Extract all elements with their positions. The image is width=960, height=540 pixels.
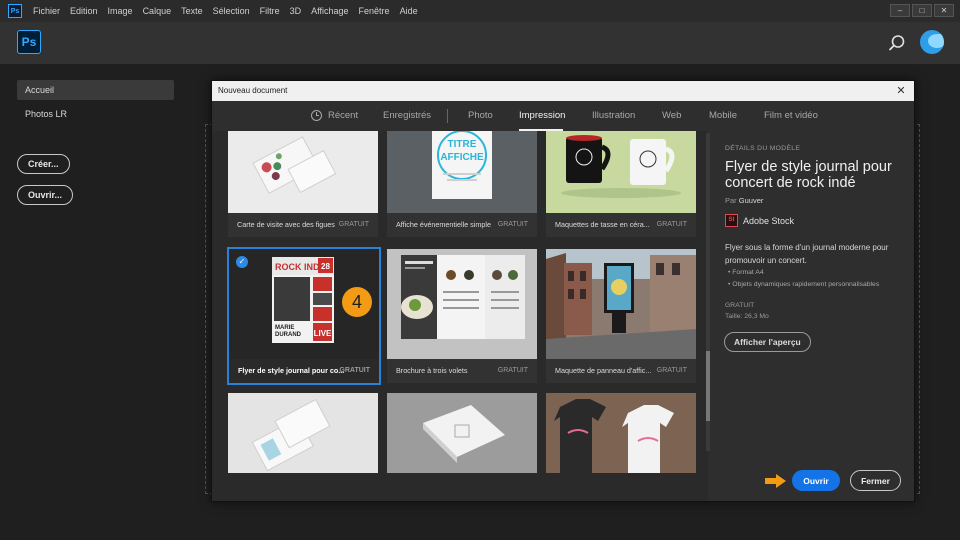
tab-recent[interactable]: Récent <box>328 110 358 121</box>
template-thumbnail <box>387 249 537 359</box>
maximize-button[interactable]: □ <box>912 4 932 17</box>
clock-icon <box>311 110 322 121</box>
sidebar-item-photos-lr[interactable]: Photos LR <box>17 104 174 124</box>
menu-fenetre[interactable]: Fenêtre <box>354 0 395 22</box>
tab-photo[interactable]: Photo <box>468 110 493 121</box>
template-thumbnail <box>228 131 378 213</box>
free-badge: GRATUIT <box>497 221 528 228</box>
menu-image[interactable]: Image <box>103 0 138 22</box>
tab-web[interactable]: Web <box>662 110 681 121</box>
flyer-name-line2: DURAND <box>275 332 302 338</box>
create-button[interactable]: Créer... <box>17 154 70 174</box>
step-number-badge: 4 <box>342 287 372 317</box>
avatar[interactable] <box>920 30 944 54</box>
arrow-right-icon <box>765 474 786 488</box>
poster-title-line1: TITRE <box>448 139 477 150</box>
tab-impression[interactable]: Impression <box>519 110 565 121</box>
template-card[interactable]: TITRE AFFICHE Affiche événementielle sim… <box>387 131 537 237</box>
free-badge: GRATUIT <box>497 367 528 374</box>
menu-texte[interactable]: Texte <box>176 0 208 22</box>
preview-button[interactable]: Afficher l'aperçu <box>724 332 811 352</box>
adobe-stock-label: Adobe Stock <box>743 216 795 226</box>
file-size: Taille: 26,3 Mo <box>725 313 769 320</box>
poster-title-line2: AFFICHE <box>440 152 484 163</box>
template-thumbnail: TITRE AFFICHE <box>387 131 537 213</box>
menu-aide[interactable]: Aide <box>395 0 423 22</box>
template-caption: Carte de visite avec des figues GRATUIT <box>228 213 378 237</box>
template-caption: Brochure à trois volets GRATUIT <box>387 359 537 383</box>
template-card-selected[interactable]: ROCK INDÉ 28 MARIE DURAND LIVE ✓ 4 Flyer… <box>227 247 381 385</box>
menu-affichage[interactable]: Affichage <box>306 0 353 22</box>
search-icon[interactable] <box>888 34 906 52</box>
free-badge: GRATUIT <box>656 367 687 374</box>
sidebar-item-accueil[interactable]: Accueil <box>17 80 174 100</box>
template-thumbnail <box>387 393 537 473</box>
template-caption: Maquettes de tasse en céra... GRATUIT <box>546 213 696 237</box>
menu-selection[interactable]: Sélection <box>208 0 255 22</box>
template-details-panel: DÉTAILS DU MODÈLE Flyer de style journal… <box>710 131 914 501</box>
template-thumbnail <box>546 249 696 359</box>
flyer-heading: ROCK INDÉ <box>275 262 326 272</box>
tab-separator <box>447 109 448 123</box>
menu-3d[interactable]: 3D <box>285 0 307 22</box>
feature-bullet: • Format A4 <box>728 269 764 276</box>
dialog-title: Nouveau document <box>212 81 914 101</box>
template-card[interactable]: Maquettes de tasse en céra... GRATUIT <box>546 131 696 237</box>
template-card[interactable] <box>546 393 696 473</box>
tab-mobile[interactable]: Mobile <box>709 110 737 121</box>
new-document-dialog: Nouveau document ✕ Récent Enregistrés Ph… <box>211 80 915 502</box>
template-thumbnail <box>546 393 696 473</box>
open-button[interactable]: Ouvrir <box>792 470 840 491</box>
close-window-button[interactable]: ✕ <box>934 4 954 17</box>
template-description: Flyer sous la forme d'un journal moderne… <box>725 243 889 265</box>
template-grid: Carte de visite avec des figues GRATUIT T… <box>212 131 708 501</box>
price-label: GRATUIT <box>725 302 755 309</box>
photoshop-logo: Ps <box>17 30 41 54</box>
minimize-button[interactable]: – <box>890 4 910 17</box>
check-icon: ✓ <box>236 256 248 268</box>
free-badge: GRATUIT <box>338 221 369 228</box>
template-author: Par Guuver <box>725 196 764 205</box>
template-card[interactable]: Maquette de panneau d'affic... GRATUIT <box>546 249 696 383</box>
menu-filtre[interactable]: Filtre <box>255 0 285 22</box>
template-thumbnail <box>228 393 378 473</box>
template-card[interactable]: Carte de visite avec des figues GRATUIT <box>228 131 378 237</box>
template-card[interactable] <box>387 393 537 473</box>
menu-bar: Ps Fichier Edition Image Calque Texte Sé… <box>0 0 960 22</box>
flyer-name-line1: MARIE <box>275 325 294 331</box>
dialog-close-icon[interactable]: ✕ <box>894 84 908 98</box>
menu-fichier[interactable]: Fichier <box>28 0 65 22</box>
template-caption: Maquette de panneau d'affic... GRATUIT <box>546 359 696 383</box>
template-caption: Flyer de style journal pour co... GRATUIT <box>229 359 379 383</box>
photoshop-window: Ps Fichier Edition Image Calque Texte Sé… <box>0 0 960 540</box>
app-icon: Ps <box>8 4 22 18</box>
close-button[interactable]: Fermer <box>850 470 901 491</box>
open-file-button[interactable]: Ouvrir... <box>17 185 74 205</box>
template-thumbnail <box>546 131 696 213</box>
tab-illustration[interactable]: Illustration <box>592 110 635 121</box>
tab-film-video[interactable]: Film et vidéo <box>764 110 818 121</box>
home-header: Ps <box>0 22 960 64</box>
tab-enregistres[interactable]: Enregistrés <box>383 110 431 121</box>
menu-edition[interactable]: Edition <box>65 0 103 22</box>
flyer-date: 28 <box>321 262 330 271</box>
template-caption: Affiche événementielle simple GRATUIT <box>387 213 537 237</box>
preset-tabs: Récent Enregistrés Photo Impression Illu… <box>212 101 914 131</box>
adobe-stock-icon: St <box>725 214 738 227</box>
window-controls: – □ ✕ <box>890 4 954 17</box>
template-card[interactable] <box>228 393 378 473</box>
free-badge: GRATUIT <box>656 221 687 228</box>
template-title: Flyer de style journal pour concert de r… <box>725 159 892 191</box>
menu-calque[interactable]: Calque <box>138 0 177 22</box>
free-badge: GRATUIT <box>339 367 370 374</box>
details-section-label: DÉTAILS DU MODÈLE <box>725 145 801 152</box>
feature-bullet: • Objets dynamiques rapidement personnal… <box>728 281 880 288</box>
flyer-live: LIVE <box>314 329 332 338</box>
template-card[interactable]: Brochure à trois volets GRATUIT <box>387 249 537 383</box>
